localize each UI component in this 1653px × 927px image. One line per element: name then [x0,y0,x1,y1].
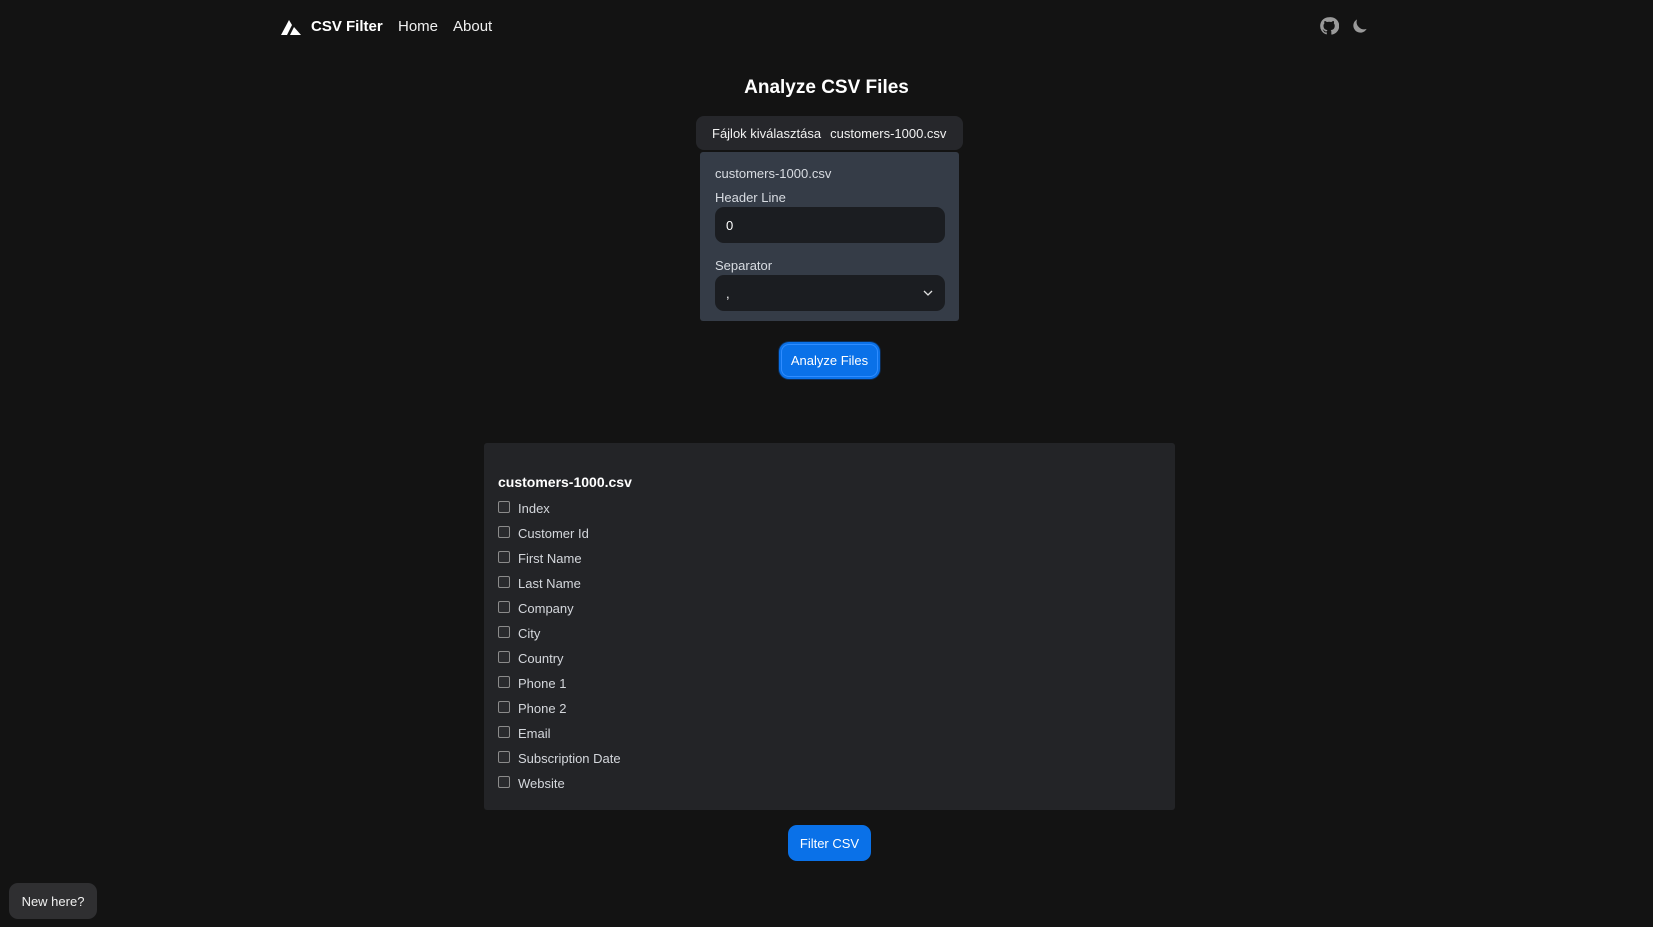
logo-icon [281,20,301,35]
column-checkbox[interactable] [498,676,510,688]
column-label: Last Name [518,576,581,591]
column-option: Phone 2 [498,696,1161,721]
column-checkbox[interactable] [498,551,510,563]
separator-label: Separator [715,258,773,273]
file-input[interactable]: Fájlok kiválasztása customers-1000.csv [696,116,963,150]
column-label: Subscription Date [518,751,621,766]
github-icon[interactable] [1319,16,1339,36]
column-option: Website [498,771,1161,796]
column-checkbox[interactable] [498,726,510,738]
choose-files-button[interactable]: Fájlok kiválasztása [712,126,821,141]
columns-card: customers-1000.csv Index Customer Id Fir… [484,443,1175,810]
column-label: Phone 2 [518,701,567,716]
column-checkbox[interactable] [498,776,510,788]
column-label: Country [518,651,564,666]
filter-csv-button[interactable]: Filter CSV [788,825,871,861]
column-label: Email [518,726,551,741]
column-checkbox[interactable] [498,751,510,763]
column-option: Index [498,496,1161,521]
nav-link-about[interactable]: About [453,18,492,35]
column-option: Last Name [498,571,1161,596]
column-label: Phone 1 [518,676,567,691]
nav-link-home[interactable]: Home [398,18,438,35]
column-option: Country [498,646,1161,671]
column-checkbox[interactable] [498,526,510,538]
columns-file-name: customers-1000.csv [498,474,632,490]
file-settings-card: customers-1000.csv Header Line 0 Separat… [700,152,959,321]
column-option: Email [498,721,1161,746]
header-line-input[interactable]: 0 [715,207,945,243]
column-label: Company [518,601,574,616]
brand-name: CSV Filter [311,17,383,35]
top-navbar: CSV Filter Home About [0,0,1653,54]
column-checkbox[interactable] [498,576,510,588]
column-checkbox[interactable] [498,651,510,663]
page-title: Analyze CSV Files [744,77,909,98]
column-label: Website [518,776,565,791]
settings-file-name: customers-1000.csv [715,166,832,181]
column-option: Subscription Date [498,746,1161,771]
column-label: City [518,626,541,641]
brand[interactable]: CSV Filter [281,17,383,35]
moon-icon[interactable] [1350,16,1370,36]
column-option: First Name [498,546,1161,571]
separator-select[interactable]: , [715,275,945,311]
column-option: Customer Id [498,521,1161,546]
separator-value: , [726,285,730,301]
column-checkbox[interactable] [498,626,510,638]
nav-links: Home About [398,18,492,35]
header-line-label: Header Line [715,190,786,205]
column-label: Customer Id [518,526,589,541]
column-option: Phone 1 [498,671,1161,696]
selected-file-name: customers-1000.csv [830,125,947,141]
column-checkbox[interactable] [498,501,510,513]
column-checkbox[interactable] [498,601,510,613]
chevron-down-icon [923,290,933,296]
new-here-button[interactable]: New here? [9,883,97,919]
column-checkbox[interactable] [498,701,510,713]
column-label: Index [518,501,550,516]
column-label: First Name [518,551,582,566]
nav-icons [1319,16,1370,36]
column-option: Company [498,596,1161,621]
analyze-files-button[interactable]: Analyze Files [779,342,880,379]
column-option: City [498,621,1161,646]
